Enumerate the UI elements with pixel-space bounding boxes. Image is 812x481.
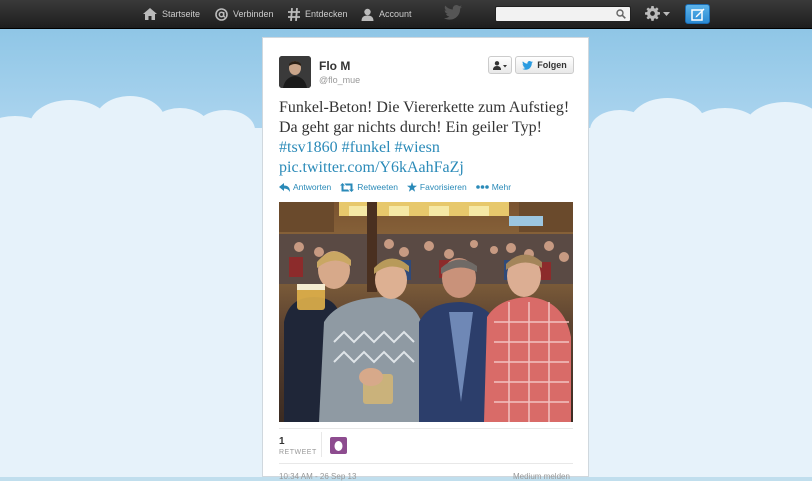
retweet-action[interactable]: Retweeten: [340, 182, 398, 192]
more-action[interactable]: Mehr: [475, 182, 512, 192]
reply-icon: [279, 182, 290, 192]
twitter-bird-icon: [522, 60, 534, 70]
chevron-down-icon: [663, 11, 670, 16]
hashtag-tsv1860[interactable]: #tsv1860: [279, 139, 338, 156]
follow-button-label: Folgen: [537, 60, 567, 70]
stats-separator: [321, 432, 322, 457]
pic-link[interactable]: pic.twitter.com/Y6kAahFaZj: [279, 159, 464, 176]
search-icon[interactable]: [616, 9, 626, 19]
tweet-card: Flo M @flo_mue Folgen Funkel-Beton! Die …: [262, 37, 589, 481]
top-navigation-bar: Startseite Verbinden Entdecken Account: [0, 0, 812, 29]
avatar-image: [279, 56, 311, 88]
nav-account[interactable]: Account: [361, 0, 412, 28]
nav-discover[interactable]: Entdecken: [288, 0, 348, 28]
favorite-label: Favorisieren: [419, 182, 467, 192]
compose-tweet-button[interactable]: [685, 4, 710, 24]
cloud-band: [589, 128, 812, 477]
gear-icon: [645, 6, 660, 21]
star-icon: [406, 182, 417, 192]
nav-home-label: Startseite: [162, 9, 201, 19]
home-icon: [143, 8, 157, 20]
retweet-label: Retweeten: [357, 182, 398, 192]
divider: [279, 428, 573, 429]
twitter-bird-logo[interactable]: [444, 5, 462, 20]
at-icon: [215, 7, 228, 21]
reply-action[interactable]: Antworten: [279, 182, 331, 192]
tweet-text: Funkel-Beton! Die Viererkette zum Aufsti…: [279, 98, 579, 178]
egg-avatar-icon: [334, 441, 343, 451]
nav-account-label: Account: [379, 9, 412, 19]
follow-button[interactable]: Folgen: [515, 56, 574, 74]
reply-label: Antworten: [293, 182, 332, 192]
nav-connect[interactable]: Verbinden: [215, 0, 274, 28]
favorite-action[interactable]: Favorisieren: [406, 182, 467, 192]
author-name[interactable]: Flo M: [319, 59, 350, 73]
compose-icon: [690, 8, 704, 21]
nav-connect-label: Verbinden: [233, 9, 274, 19]
nav-discover-label: Entdecken: [305, 9, 348, 19]
hash-icon: [288, 7, 300, 21]
search-box: [495, 6, 631, 24]
author-handle[interactable]: @flo_mue: [319, 75, 360, 85]
person-icon: [361, 8, 374, 21]
divider: [279, 463, 573, 464]
user-actions-button[interactable]: [488, 56, 512, 74]
tweet-photo[interactable]: [279, 202, 573, 422]
tweet-actions: Antworten Retweeten Favorisieren Mehr: [279, 182, 520, 192]
search-input[interactable]: [496, 10, 614, 24]
retweet-icon: [340, 182, 355, 192]
tweet-body: Funkel-Beton! Die Viererkette zum Aufsti…: [279, 99, 570, 136]
person-dropdown-icon: [493, 60, 507, 70]
cloud-band: [0, 128, 262, 477]
author-avatar[interactable]: [279, 56, 311, 88]
settings-menu-button[interactable]: [645, 6, 670, 21]
beer-tent-photo: [279, 202, 573, 422]
nav-home[interactable]: Startseite: [143, 0, 200, 28]
more-label: Mehr: [491, 182, 512, 192]
hashtag-funkel[interactable]: #funkel: [342, 139, 391, 156]
retweet-count-label: RETWEET: [279, 449, 317, 456]
retweeter-avatar[interactable]: [330, 437, 347, 454]
more-dots-icon: [475, 185, 489, 189]
retweet-count[interactable]: 1: [279, 436, 285, 447]
hashtag-wiesn[interactable]: #wiesn: [395, 139, 440, 156]
